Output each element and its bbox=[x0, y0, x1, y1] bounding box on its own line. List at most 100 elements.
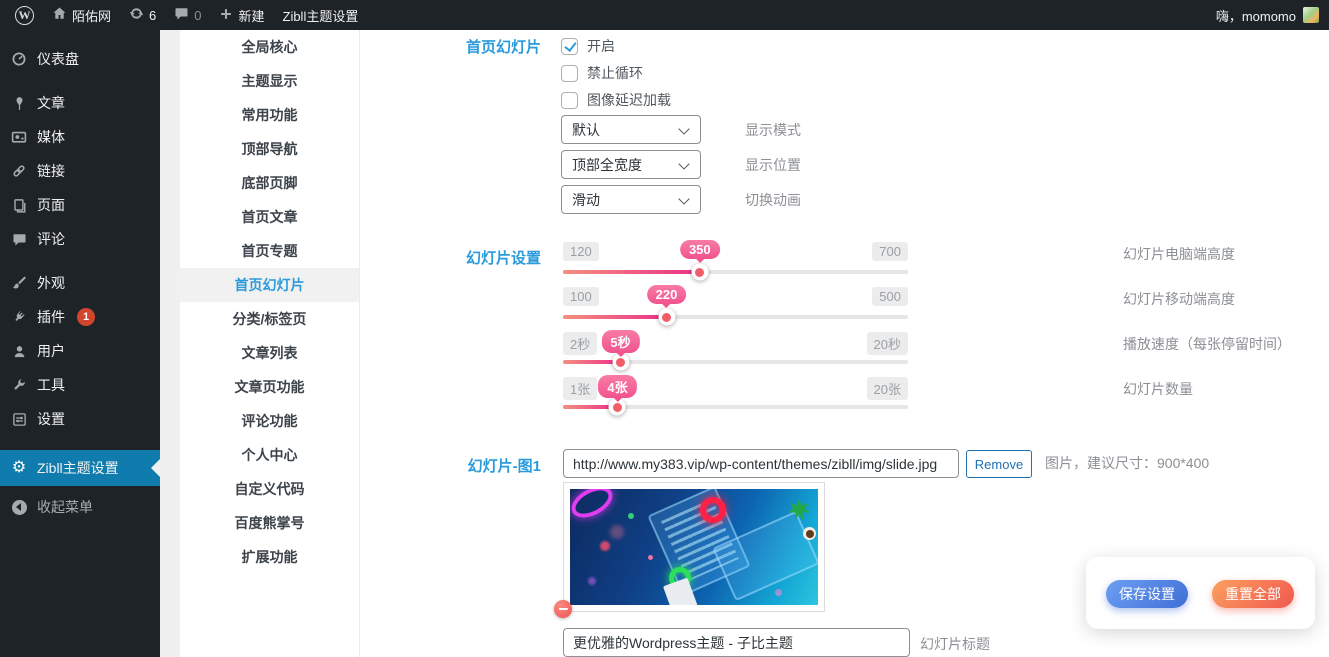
slider-min-label: 100 bbox=[563, 287, 599, 306]
slider-fill bbox=[563, 315, 667, 319]
tab-extensions[interactable]: 扩展功能 bbox=[180, 540, 359, 574]
plugin-icon bbox=[10, 310, 28, 325]
slider-value-badge: 4张 bbox=[598, 375, 636, 398]
tab-post-page[interactable]: 文章页功能 bbox=[180, 370, 359, 404]
section-label-slide-image-1: 幻灯片-图1 bbox=[360, 455, 541, 476]
tab-common-features[interactable]: 常用功能 bbox=[180, 98, 359, 132]
sidebar-item-posts[interactable]: 文章 bbox=[0, 86, 160, 120]
display-position-select[interactable]: 顶部全宽度 bbox=[561, 150, 701, 179]
sidebar-item-tools[interactable]: 工具 bbox=[0, 368, 160, 402]
slider-desc: 播放速度（每张停留时间） bbox=[1123, 334, 1291, 354]
tab-comment-features[interactable]: 评论功能 bbox=[180, 404, 359, 438]
tab-custom-code[interactable]: 自定义代码 bbox=[180, 472, 359, 506]
wordpress-menu[interactable]: W bbox=[8, 0, 41, 30]
collapse-icon bbox=[10, 500, 28, 515]
new-content-menu[interactable]: 新建 bbox=[212, 0, 271, 30]
slider-value-badge: 350 bbox=[680, 240, 720, 259]
sidebar-item-media[interactable]: 媒体 bbox=[0, 120, 160, 154]
sidebar-item-label: 插件 bbox=[37, 307, 65, 327]
lazyload-checkbox[interactable] bbox=[561, 92, 578, 109]
slider-min-label: 1张 bbox=[563, 377, 597, 400]
slider-max-label: 700 bbox=[872, 242, 908, 261]
transition-animation-select[interactable]: 滑动 bbox=[561, 185, 701, 214]
display-position-desc: 显示位置 bbox=[745, 155, 801, 175]
slide-image-thumbnail[interactable] bbox=[563, 482, 825, 612]
tab-global-core[interactable]: 全局核心 bbox=[180, 30, 359, 64]
slider-desc: 幻灯片电脑端高度 bbox=[1123, 244, 1235, 264]
tab-user-center[interactable]: 个人中心 bbox=[180, 438, 359, 472]
sidebar-item-settings[interactable]: 设置 bbox=[0, 402, 160, 436]
theme-link-label: Zibll主题设置 bbox=[283, 6, 359, 25]
save-settings-button[interactable]: 保存设置 bbox=[1106, 580, 1188, 608]
checkbox-row-lazyload: 图像延迟加载 bbox=[561, 89, 671, 111]
comments-link[interactable]: 0 bbox=[167, 0, 208, 30]
tab-home-topics[interactable]: 首页专题 bbox=[180, 234, 359, 268]
media-icon bbox=[10, 129, 28, 145]
sidebar-item-appearance[interactable]: 外观 bbox=[0, 266, 160, 300]
home-icon bbox=[52, 6, 67, 24]
image-url-input[interactable] bbox=[563, 449, 959, 478]
mobile-height-slider: 100 220 500 幻灯片移动端高度 bbox=[563, 287, 908, 327]
appearance-brush-icon bbox=[10, 275, 28, 291]
section-label-home-slider: 首页幻灯片 bbox=[360, 36, 541, 57]
slider-fill bbox=[563, 270, 700, 274]
neon-magenta-ring bbox=[570, 489, 618, 524]
display-mode-select[interactable]: 默认 bbox=[561, 115, 701, 144]
transition-animation-desc: 切换动画 bbox=[745, 190, 801, 210]
sidebar-item-label: Zibll主题设置 bbox=[37, 458, 119, 478]
tab-home-slider[interactable]: 首页幻灯片 bbox=[180, 268, 359, 302]
tab-theme-display[interactable]: 主题显示 bbox=[180, 64, 359, 98]
sidebar-item-dashboard[interactable]: 仪表盘 bbox=[0, 42, 160, 76]
theme-settings-bar-link[interactable]: Zibll主题设置 bbox=[276, 0, 366, 30]
enable-checkbox[interactable] bbox=[561, 38, 578, 55]
sidebar-item-comments[interactable]: 评论 bbox=[0, 222, 160, 256]
sidebar-item-users[interactable]: 用户 bbox=[0, 334, 160, 368]
slide-count-slider: 1张 4张 20张 幻灯片数量 bbox=[563, 377, 908, 417]
tab-footer[interactable]: 底部页脚 bbox=[180, 166, 359, 200]
tab-category-tag[interactable]: 分类/标签页 bbox=[180, 302, 359, 336]
sidebar-item-links[interactable]: 链接 bbox=[0, 154, 160, 188]
checkbox-row-enable: 开启 bbox=[561, 35, 615, 57]
sidebar-item-label: 页面 bbox=[37, 195, 65, 215]
tab-baidu-xzh[interactable]: 百度熊掌号 bbox=[180, 506, 359, 540]
sidebar-item-zibll-theme-settings[interactable]: ⚙ Zibll主题设置 bbox=[0, 450, 160, 486]
comments-count: 0 bbox=[194, 8, 201, 23]
reset-all-button[interactable]: 重置全部 bbox=[1212, 580, 1294, 608]
display-mode-desc: 显示模式 bbox=[745, 120, 801, 140]
greeting-text[interactable]: 嗨，momomo bbox=[1216, 6, 1296, 25]
remove-slide-icon[interactable] bbox=[554, 600, 572, 618]
slider-max-label: 20秒 bbox=[867, 332, 908, 355]
new-label: 新建 bbox=[238, 6, 264, 25]
pin-icon bbox=[10, 96, 28, 111]
active-menu-arrow bbox=[151, 459, 160, 477]
site-link[interactable]: 陌佑网 bbox=[45, 0, 118, 30]
sidebar-item-label: 设置 bbox=[37, 409, 65, 429]
updates-link[interactable]: 6 bbox=[122, 0, 163, 30]
sidebar-item-label: 文章 bbox=[37, 93, 65, 113]
slider-handle[interactable] bbox=[658, 309, 675, 326]
sidebar-item-pages[interactable]: 页面 bbox=[0, 188, 160, 222]
slider-track[interactable] bbox=[563, 315, 908, 319]
slider-desc: 幻灯片移动端高度 bbox=[1123, 289, 1235, 309]
collapse-menu-button[interactable]: 收起菜单 bbox=[0, 490, 160, 524]
slider-handle[interactable] bbox=[691, 264, 708, 281]
user-avatar[interactable] bbox=[1303, 7, 1319, 23]
slide-title-input[interactable] bbox=[563, 628, 910, 657]
sidebar-item-plugins[interactable]: 插件 1 bbox=[0, 300, 160, 334]
slide-title-desc: 幻灯片标题 bbox=[920, 634, 990, 654]
sidebar-item-label: 用户 bbox=[37, 341, 65, 361]
pc-height-slider: 120 350 700 幻灯片电脑端高度 bbox=[563, 242, 908, 282]
slider-track[interactable] bbox=[563, 270, 908, 274]
remove-image-button[interactable]: Remove bbox=[966, 450, 1032, 478]
slider-track[interactable] bbox=[563, 360, 908, 364]
no-loop-checkbox[interactable] bbox=[561, 65, 578, 82]
comment-bubble-icon bbox=[174, 6, 189, 24]
sidebar-item-label: 收起菜单 bbox=[37, 497, 93, 517]
tab-top-nav[interactable]: 顶部导航 bbox=[180, 132, 359, 166]
tab-home-posts[interactable]: 首页文章 bbox=[180, 200, 359, 234]
slider-value-badge: 5秒 bbox=[601, 330, 639, 353]
slider-max-label: 20张 bbox=[867, 377, 908, 400]
tab-post-list[interactable]: 文章列表 bbox=[180, 336, 359, 370]
updates-icon bbox=[129, 6, 144, 24]
slider-track[interactable] bbox=[563, 405, 908, 409]
